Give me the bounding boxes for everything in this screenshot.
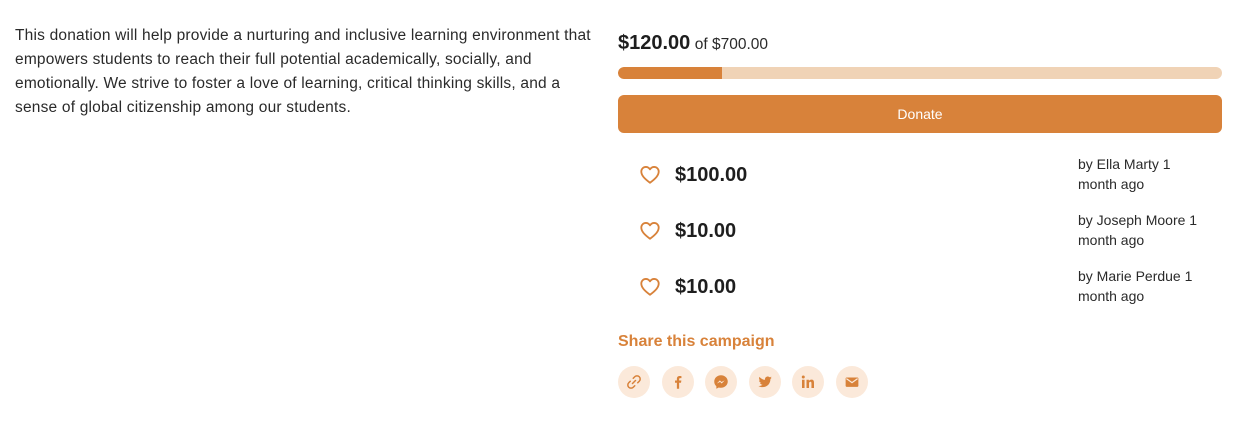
copy-link-button[interactable] <box>618 366 650 398</box>
share-twitter-button[interactable] <box>748 366 781 398</box>
share-email-button[interactable] <box>835 366 868 398</box>
share-title: Share this campaign <box>618 333 775 350</box>
share-icons <box>618 366 879 398</box>
goal-amount: of $700.00 <box>694 36 769 53</box>
progress-fill <box>618 67 722 79</box>
share-linkedin-button[interactable] <box>792 366 824 398</box>
progress-bar <box>618 67 1222 79</box>
facebook-icon <box>674 376 681 389</box>
link-icon <box>627 375 641 389</box>
donation-amount: $100.00 <box>675 164 748 186</box>
share-facebook-button[interactable] <box>661 366 694 398</box>
donor-info: by Ella Marty 1 month ago <box>1078 156 1171 192</box>
heart-icon[interactable] <box>639 164 661 186</box>
donor-info: by Joseph Moore 1 month ago <box>1078 212 1198 248</box>
messenger-icon <box>714 375 728 389</box>
share-messenger-button[interactable] <box>705 366 737 398</box>
heart-icon[interactable] <box>639 276 661 298</box>
donation-amount: $10.00 <box>675 276 737 298</box>
donate-button[interactable]: Donate <box>618 95 1222 133</box>
twitter-icon <box>757 376 772 388</box>
donation-item: $100.00 by Ella Marty 1 month ago <box>618 154 1222 198</box>
email-icon <box>845 377 858 387</box>
donation-item: $10.00 by Joseph Moore 1 month ago <box>618 210 1222 254</box>
raised-amount: $120.00 <box>618 32 691 54</box>
linkedin-icon <box>801 375 814 388</box>
donor-info: by Marie Perdue 1 month ago <box>1078 268 1193 304</box>
campaign-description: This donation will help provide a nurtur… <box>15 27 591 116</box>
donation-item: $10.00 by Marie Perdue 1 month ago <box>618 266 1222 310</box>
amount-raised-line: $120.00 of $700.00 <box>618 32 768 55</box>
donation-amount: $10.00 <box>675 220 737 242</box>
heart-icon[interactable] <box>639 220 661 242</box>
